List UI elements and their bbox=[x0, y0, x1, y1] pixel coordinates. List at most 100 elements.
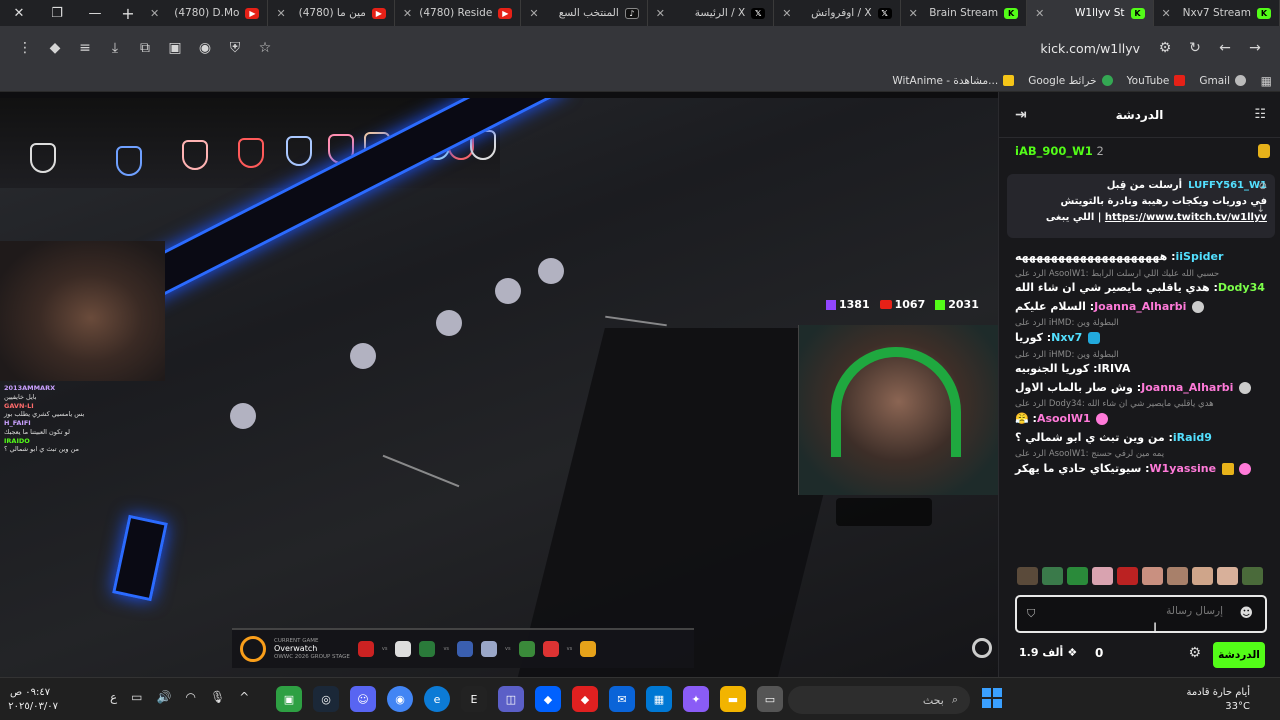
chrome-icon[interactable]: ◉ bbox=[387, 686, 413, 712]
kicks-count[interactable]: 1.9 ألف ❖ bbox=[1019, 646, 1077, 659]
youtube-viewers: 1067 bbox=[879, 298, 925, 311]
emote-icon[interactable] bbox=[1142, 567, 1163, 585]
extension-icon[interactable]: ▣ bbox=[160, 33, 190, 63]
browser-window: ✕ ❐ — + ✕ (4780) D.Mo ▶ ✕ (4780) مين ما ▶ ✕(… bbox=[0, 0, 1280, 720]
unpin-icon[interactable]: ⊘ bbox=[1259, 181, 1267, 192]
bookmark-star-icon[interactable]: ☆ bbox=[250, 33, 280, 63]
discord-icon[interactable]: ☺ bbox=[350, 686, 376, 712]
gear-icon[interactable]: ⚙ bbox=[1188, 645, 1201, 661]
dropbox-icon[interactable]: ◆ bbox=[535, 686, 561, 712]
app-icon[interactable]: ▣ bbox=[276, 686, 302, 712]
minimize-window-button[interactable]: — bbox=[76, 0, 114, 26]
app-icon[interactable]: ◫ bbox=[498, 686, 524, 712]
bookmarks-bar: WitAnime - مشاهدة... Google خرائط YouTub… bbox=[0, 70, 1280, 92]
video-player[interactable]: 2013AMMARX بايل خايفيين GAVN-LI بس يامسي… bbox=[0, 98, 998, 677]
wifi-icon[interactable]: ◠ bbox=[185, 690, 195, 704]
chat-input[interactable] bbox=[1043, 605, 1223, 617]
close-tab-icon[interactable]: ✕ bbox=[1035, 7, 1044, 20]
extension-icon[interactable]: ◉ bbox=[190, 33, 220, 63]
chat-leaderboard[interactable]: iAB_900_W1 2 bbox=[1015, 144, 1270, 158]
emoji-icon[interactable]: ☻ bbox=[1239, 606, 1253, 621]
app-icon[interactable]: ◆ bbox=[572, 686, 598, 712]
close-tab-icon[interactable]: ✕ bbox=[656, 7, 665, 20]
emote-icon[interactable] bbox=[1242, 567, 1263, 585]
tab-7[interactable]: ✕ Brain Stream K bbox=[901, 0, 1028, 26]
emote-icon[interactable] bbox=[1067, 567, 1088, 585]
pinned-link[interactable]: https://www.twitch.tv/w1llyv bbox=[1105, 212, 1267, 223]
address-bar[interactable]: kick.com/w1llyv bbox=[1030, 41, 1150, 56]
extension-icon[interactable]: ◆ bbox=[40, 33, 70, 63]
tab-1[interactable]: ✕ (4780) D.Mo ▶ bbox=[142, 0, 269, 26]
bookmark-witanime[interactable]: WitAnime - مشاهدة... bbox=[892, 75, 1015, 87]
close-tab-icon[interactable]: ✕ bbox=[782, 7, 791, 20]
weather-widget[interactable]: أيام حارة قادمة 33°C bbox=[1187, 686, 1250, 714]
site-settings-icon[interactable]: ⚙ bbox=[1150, 33, 1180, 63]
stream-overlay-chat: 2013AMMARX بايل خايفيين GAVN-LI بس يامسي… bbox=[4, 384, 85, 454]
reload-icon[interactable]: ↻ bbox=[1180, 33, 1210, 63]
kick-page: 2013AMMARX بايل خايفيين GAVN-LI بس يامسي… bbox=[0, 92, 1280, 677]
collapse-chat-icon[interactable]: ⇥ bbox=[1015, 107, 1027, 123]
language-indicator[interactable]: ع bbox=[110, 690, 117, 704]
volume-icon[interactable]: 🔊 bbox=[157, 690, 172, 704]
expand-icon[interactable]: ↓ bbox=[1257, 204, 1265, 215]
close-tab-icon[interactable]: ✕ bbox=[276, 7, 285, 20]
bookmark-google-maps[interactable]: Google خرائط bbox=[1028, 75, 1113, 87]
maps-icon bbox=[1101, 75, 1113, 86]
restore-window-button[interactable]: ❐ bbox=[38, 0, 76, 26]
forward-icon[interactable]: ← bbox=[1210, 33, 1240, 63]
app-icon[interactable]: ▭ bbox=[757, 686, 783, 712]
close-window-button[interactable]: ✕ bbox=[0, 0, 38, 26]
close-tab-icon[interactable]: ✕ bbox=[529, 7, 538, 20]
shield-icon[interactable]: ⛨ bbox=[220, 33, 250, 63]
chat-message: البطولة وين :iHMD الرد على Nxv7: كوريا bbox=[1015, 318, 1119, 344]
users-icon[interactable]: ☷ bbox=[1254, 107, 1266, 122]
emote-icon[interactable] bbox=[1192, 567, 1213, 585]
file-explorer-icon[interactable]: ▬ bbox=[720, 686, 746, 712]
reading-list-icon[interactable]: ≡ bbox=[70, 33, 100, 63]
display-icon[interactable]: ▭ bbox=[131, 690, 142, 704]
microphone-icon[interactable]: 🎙 bbox=[210, 690, 225, 704]
copilot-icon[interactable]: ✦ bbox=[683, 686, 709, 712]
epic-games-icon[interactable]: E bbox=[461, 686, 487, 712]
windows-start-icon[interactable] bbox=[982, 688, 1002, 708]
tab-3[interactable]: ✕ (4780) Reside ▶ bbox=[395, 0, 522, 26]
heart-emote-icon[interactable] bbox=[1117, 567, 1138, 585]
clock[interactable]: ٠٩:٤٧ ص ٢٠٢٥/٠٣/٠٧ bbox=[8, 686, 58, 713]
store-icon[interactable]: ▦ bbox=[646, 686, 672, 712]
menu-icon[interactable]: ⋮ bbox=[10, 33, 40, 63]
edge-icon[interactable]: e bbox=[424, 686, 450, 712]
taskbar-search[interactable]: بحث ⌕ bbox=[788, 686, 970, 714]
team-icon bbox=[457, 641, 474, 657]
back-icon[interactable]: → bbox=[1240, 33, 1270, 63]
tab-5[interactable]: ✕ الرئيسة / X𝕏 bbox=[648, 0, 775, 26]
tray-overflow-icon[interactable]: ^ bbox=[239, 690, 249, 704]
emote-icon[interactable] bbox=[1042, 567, 1063, 585]
close-tab-icon[interactable]: ✕ bbox=[150, 7, 159, 20]
new-tab-button[interactable]: + bbox=[114, 4, 142, 23]
extensions-puzzle-icon[interactable]: ⧉ bbox=[130, 33, 160, 63]
emote-icon[interactable] bbox=[1017, 567, 1038, 585]
shield-icon[interactable]: ⛉ bbox=[1027, 607, 1035, 621]
outlook-icon[interactable]: ✉ bbox=[609, 686, 635, 712]
apps-grid-icon[interactable]: ▦ bbox=[1261, 74, 1272, 88]
tab-2[interactable]: ✕ (4780) مين ما ▶ bbox=[268, 0, 395, 26]
bookmark-gmail[interactable]: Gmail bbox=[1199, 75, 1246, 87]
tab-4[interactable]: ✕ المنتخب السع ♪ bbox=[521, 0, 648, 26]
close-tab-icon[interactable]: ✕ bbox=[403, 7, 412, 20]
tab-9[interactable]: ✕ Nxv7 Stream K bbox=[1154, 0, 1280, 26]
chat-message: البطولة وين :iHMD الرد على IRIVA: كوريا … bbox=[1015, 349, 1131, 376]
emote-icon[interactable] bbox=[1092, 567, 1113, 585]
youtube-icon: ▶ bbox=[245, 7, 260, 19]
close-tab-icon[interactable]: ✕ bbox=[1162, 7, 1171, 20]
tab-8-active[interactable]: ✕ W1llyv St K bbox=[1027, 0, 1154, 26]
tab-6[interactable]: ✕ اوفرواتش / X𝕏 bbox=[774, 0, 901, 26]
steam-icon[interactable]: ◎ bbox=[313, 686, 339, 712]
close-tab-icon[interactable]: ✕ bbox=[909, 7, 918, 20]
emote-icon[interactable] bbox=[1217, 567, 1238, 585]
overwatch-logo bbox=[350, 343, 376, 369]
bookmark-youtube[interactable]: YouTube bbox=[1127, 75, 1186, 87]
send-chat-button[interactable]: الدردشة bbox=[1213, 642, 1265, 668]
badge-icon bbox=[1087, 332, 1100, 344]
emote-icon[interactable] bbox=[1167, 567, 1188, 585]
download-icon[interactable]: ⤓ bbox=[100, 33, 130, 63]
